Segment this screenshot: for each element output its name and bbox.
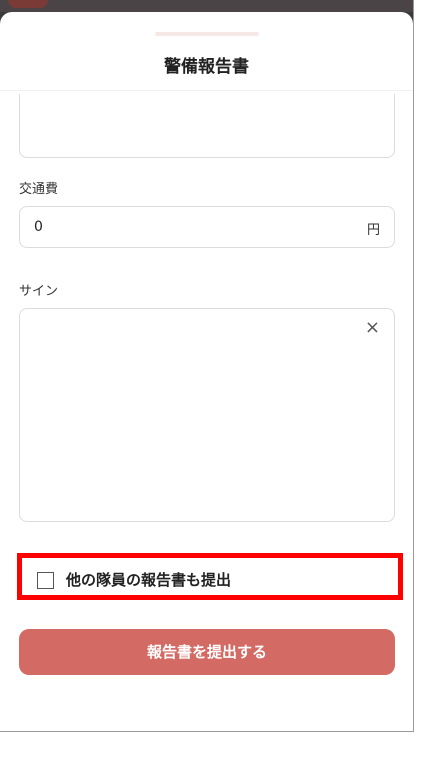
background-element bbox=[8, 0, 48, 8]
submit-other-members-label: 他の隊員の報告書も提出 bbox=[66, 571, 232, 589]
submit-other-members-checkbox-row[interactable]: 他の隊員の報告書も提出 bbox=[17, 553, 403, 600]
fare-unit: 円 bbox=[366, 223, 380, 238]
header-divider bbox=[0, 90, 413, 91]
close-icon[interactable]: × bbox=[365, 319, 380, 337]
fare-label: 交通費 bbox=[19, 182, 59, 197]
sheet-title: 警備報告書 bbox=[164, 57, 249, 77]
report-bottom-sheet: 警備報告書 交通費 0 円 サイン × 他の隊員の報告書も提出 報告書を提出する bbox=[0, 12, 413, 731]
signature-pad[interactable]: × bbox=[19, 308, 395, 522]
submit-report-button[interactable]: 報告書を提出する bbox=[19, 629, 395, 675]
notes-textarea[interactable] bbox=[19, 94, 395, 158]
fare-value: 0 bbox=[34, 219, 43, 235]
background-screen bbox=[0, 0, 413, 12]
signature-label: サイン bbox=[19, 284, 59, 299]
device-frame: 警備報告書 交通費 0 円 サイン × 他の隊員の報告書も提出 報告書を提出する bbox=[0, 0, 414, 732]
checkbox[interactable] bbox=[37, 572, 54, 589]
drag-handle[interactable] bbox=[155, 32, 259, 36]
fare-input[interactable]: 0 円 bbox=[19, 206, 395, 248]
